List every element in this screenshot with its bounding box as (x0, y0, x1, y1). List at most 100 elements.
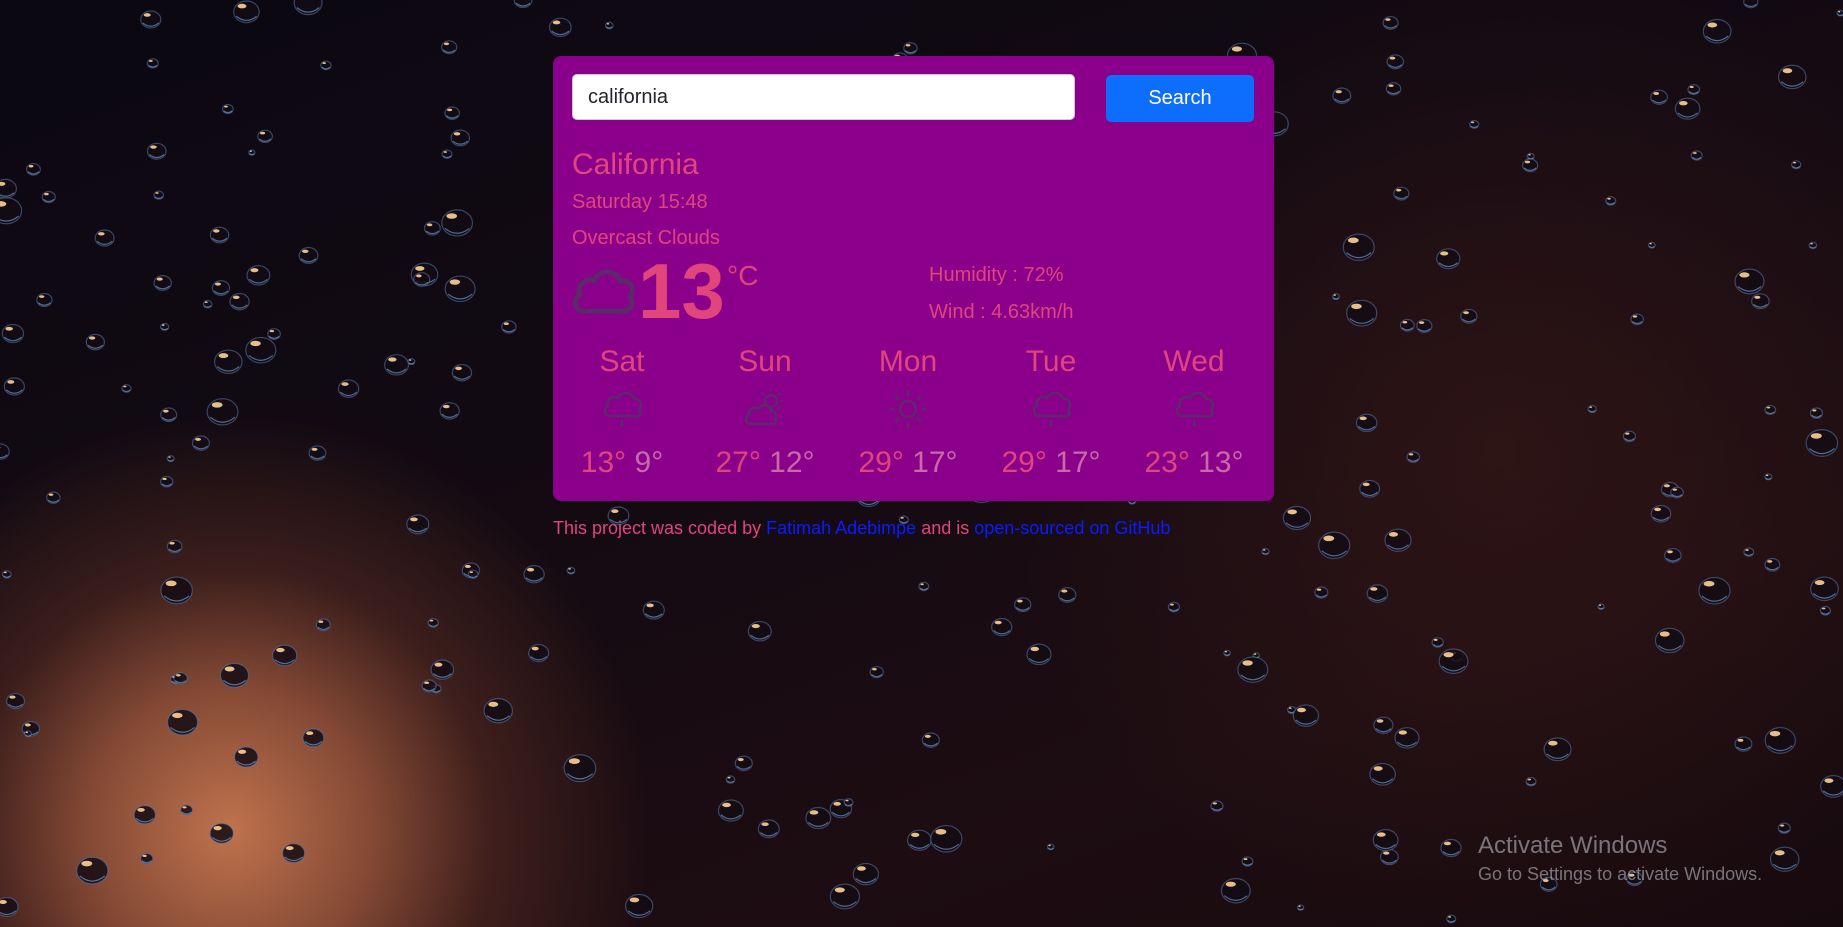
water-drop (717, 799, 744, 822)
github-link[interactable]: open-sourced on GitHub (974, 518, 1170, 538)
water-drop (1386, 54, 1405, 70)
water-drop (1650, 89, 1668, 105)
water-drop (337, 379, 360, 398)
water-drop (24, 730, 32, 738)
forecast-min-temp: 12° (769, 446, 815, 479)
city-name: California (572, 148, 699, 181)
water-drop (734, 755, 753, 772)
water-drop (146, 142, 167, 160)
water-drop (160, 322, 170, 331)
water-drop (202, 299, 213, 309)
current-temperature: 13 (638, 247, 725, 335)
city-search-input[interactable] (572, 74, 1075, 120)
forecast-day-name: Wed (1163, 345, 1225, 378)
water-drop (1764, 473, 1773, 481)
water-drop (467, 569, 479, 579)
water-drop (444, 106, 460, 120)
forecast-day: Wed 23° 13° (1134, 343, 1254, 478)
water-drop (3, 377, 25, 396)
water-drop (624, 893, 654, 919)
water-drop (94, 229, 115, 247)
water-drop (566, 566, 576, 575)
water-drop (281, 843, 306, 864)
water-drop (246, 265, 271, 286)
forecast-min-temp: 9° (634, 446, 664, 479)
water-drop (267, 328, 281, 340)
water-drop (1460, 308, 1478, 324)
water-drop (604, 21, 614, 30)
sun-icon (889, 390, 927, 428)
water-drop (1292, 704, 1320, 727)
water-drop (1751, 293, 1770, 310)
water-drop (384, 354, 410, 376)
water-drop (1734, 736, 1753, 752)
windows-activation-watermark: Activate Windows Go to Settings to activ… (1478, 832, 1762, 885)
water-drop (1210, 800, 1224, 812)
water-drop (36, 292, 53, 308)
water-drop (725, 775, 736, 784)
water-drop (1764, 404, 1777, 416)
water-drop (0, 178, 18, 199)
search-button[interactable]: Search (1106, 75, 1254, 122)
water-drop (1399, 318, 1415, 332)
water-drop (441, 40, 458, 55)
water-drop (548, 17, 572, 38)
water-drop (1220, 877, 1251, 904)
water-drop (1810, 576, 1839, 602)
water-drop (257, 129, 273, 144)
water-drop (1522, 158, 1539, 173)
project-credit: This project was coded by Fatimah Adebim… (553, 518, 1170, 539)
water-drop (0, 197, 23, 225)
water-drop (0, 443, 10, 460)
water-drop (1777, 822, 1791, 834)
water-drop (6, 692, 26, 710)
water-drop (1446, 914, 1457, 924)
forecast-day: Sun 27° 12° (705, 343, 825, 478)
water-drop (430, 659, 455, 680)
rain-cloud-icon (1175, 391, 1215, 427)
forecast-min-temp: 17° (912, 446, 958, 479)
water-drop (843, 798, 854, 807)
water-drop (1, 570, 12, 579)
water-drop (829, 883, 860, 910)
water-drop (1296, 904, 1305, 911)
humidity-value: Humidity : 72% (929, 264, 1064, 286)
forecast-day-name: Sat (599, 345, 645, 378)
water-drop (0, 896, 19, 918)
water-drop (209, 822, 234, 844)
water-drop (308, 445, 327, 461)
water-drop (298, 246, 319, 265)
water-drop (869, 665, 884, 679)
water-drop (1237, 656, 1269, 683)
water-drop (1743, 0, 1759, 9)
water-drop (1543, 737, 1572, 762)
water-drop (1630, 313, 1644, 326)
water-drop (1282, 505, 1312, 531)
forecast-max-temp: 29° (858, 446, 904, 479)
water-drop (1431, 637, 1444, 648)
water-drop (206, 398, 239, 426)
water-drop (248, 149, 256, 156)
water-drop (852, 862, 880, 886)
water-drop (166, 455, 175, 463)
water-drop (528, 643, 550, 663)
water-drop (1, 323, 25, 344)
author-link[interactable]: Fatimah Adebimpe (766, 518, 916, 538)
water-drop (1764, 726, 1796, 754)
water-drop (1605, 196, 1617, 206)
water-drop (407, 358, 416, 366)
water-drop (1342, 233, 1375, 261)
water-drop (1373, 716, 1394, 735)
water-drop (153, 275, 172, 291)
water-drop (153, 190, 165, 200)
water-drop (173, 672, 188, 685)
water-drop (918, 581, 930, 592)
water-drop (1223, 649, 1231, 657)
water-drop (444, 275, 476, 303)
water-drop (213, 349, 243, 375)
temperature-unit-celsius[interactable]: °C (727, 260, 758, 292)
water-drop (1654, 627, 1685, 654)
water-drop (1791, 160, 1802, 170)
water-drop (293, 0, 323, 16)
water-drop (1622, 430, 1637, 443)
